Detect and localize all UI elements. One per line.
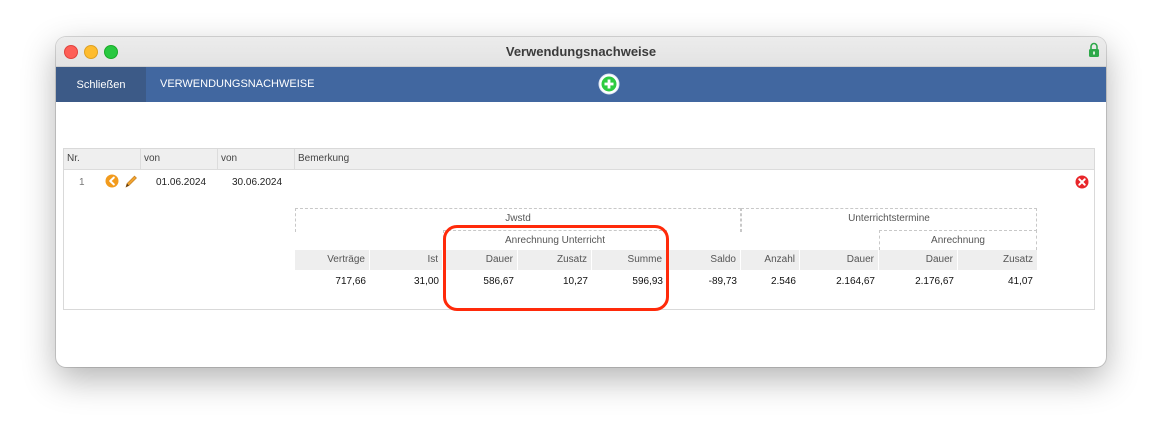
toolbar: Schließen VERWENDUNGSNACHWEISE (56, 67, 1106, 102)
row-date-from: 01.06.2024 (156, 177, 207, 188)
value-saldo: -89,73 (708, 276, 737, 287)
value-zusatz-anrechnung: 41,07 (1007, 276, 1033, 287)
group-anrechnung: Anrechnung (879, 230, 1037, 250)
header-von: von (141, 149, 218, 169)
header-bemerkung: Bemerkung (298, 153, 350, 164)
value-ist: 31,00 (413, 276, 439, 287)
close-button[interactable]: Schließen (56, 67, 146, 102)
column-saldo: Saldo (667, 250, 741, 270)
group-unterrichtstermine: Unterrichtstermine (741, 208, 1037, 232)
column-ist: Ist (370, 250, 443, 270)
window-title: Verwendungsnachweise (505, 44, 657, 59)
title-bar: Verwendungsnachweise (56, 37, 1106, 67)
app-window: Verwendungsnachweise Schließen VERWENDUN… (56, 37, 1106, 367)
lock-icon (1089, 42, 1099, 57)
value-dauer-termine: 2.164,67 (836, 276, 875, 287)
close-circle-icon[interactable] (1075, 175, 1089, 189)
arrow-left-circle-icon[interactable] (105, 174, 119, 188)
header-nr: Nr. (64, 149, 141, 169)
pencil-icon[interactable] (124, 173, 138, 189)
header-von-2: von (218, 149, 295, 169)
value-dauer-anrechnung: 2.176,67 (915, 276, 954, 287)
highlight-annotation (443, 225, 669, 311)
column-anzahl: Anzahl (741, 250, 800, 270)
table-header: Nr. von von Bemerkung (64, 149, 1094, 170)
section-title: VERWENDUNGSNACHWEISE (160, 78, 315, 90)
column-dauer-termine: Dauer (800, 250, 879, 270)
row-date-to: 30.06.2024 (232, 177, 283, 188)
column-dauer-anrechnung: Dauer (879, 250, 958, 270)
column-vertraege: Verträge (295, 250, 370, 270)
value-anzahl: 2.546 (770, 276, 796, 287)
column-zusatz-anrechnung: Zusatz (958, 250, 1037, 270)
row-number: 1 (79, 177, 85, 188)
plus-circle-icon[interactable] (598, 73, 620, 95)
value-vertraege: 717,66 (335, 276, 366, 287)
